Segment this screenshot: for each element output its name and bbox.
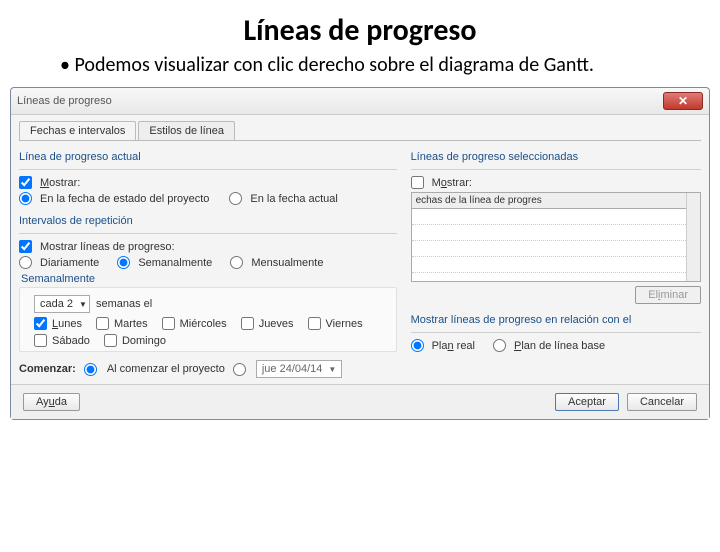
group-repeat: Intervalos de repetición	[19, 215, 397, 227]
day-fri-checkbox[interactable]	[308, 317, 321, 330]
radio-plan-base-label: Plan de línea base	[514, 340, 605, 352]
show-current-label: Mostrar:	[40, 177, 80, 189]
day-mon-label: Lunes	[52, 318, 82, 330]
show-repeat-checkbox[interactable]	[19, 240, 32, 253]
delete-button[interactable]: Eliminar	[635, 286, 701, 304]
list-header: echas de la línea de progres	[412, 193, 686, 209]
radio-plan-real-label: Plan real	[432, 340, 475, 352]
radio-daily-label: Diariamente	[40, 257, 99, 269]
close-button[interactable]: ✕	[663, 92, 703, 110]
day-thu-label: Jueves	[259, 318, 294, 330]
progress-lines-dialog: Líneas de progreso ✕ Fechas e intervalos…	[10, 87, 710, 420]
chevron-down-icon: ▼	[73, 300, 87, 309]
radio-plan-real[interactable]	[411, 339, 424, 352]
show-selected-label: Mostrar:	[432, 177, 472, 189]
day-sat-checkbox[interactable]	[34, 334, 47, 347]
ok-button[interactable]: Aceptar	[555, 393, 619, 411]
tab-line-styles[interactable]: Estilos de línea	[138, 121, 235, 140]
slide-title: Líneas de progreso	[0, 12, 720, 49]
radio-begin-date[interactable]	[233, 363, 246, 376]
radio-monthly-label: Mensualmente	[251, 257, 323, 269]
group-current-line: Línea de progreso actual	[19, 151, 397, 163]
day-mon-checkbox[interactable]	[34, 317, 47, 330]
radio-status-date-label: En la fecha de estado del proyecto	[40, 193, 209, 205]
radio-current-date[interactable]	[229, 192, 242, 205]
group-relative: Mostrar líneas de progreso en relación c…	[411, 314, 701, 326]
weeks-on-label: semanas el	[96, 298, 152, 310]
tab-strip: Fechas e intervalos Estilos de línea	[11, 115, 709, 140]
weekly-panel: cada 2▼ semanas el Lunes Martes Miércole…	[19, 287, 397, 352]
day-wed-checkbox[interactable]	[162, 317, 175, 330]
cancel-button[interactable]: Cancelar	[627, 393, 697, 411]
day-thu-checkbox[interactable]	[241, 317, 254, 330]
radio-begin-project[interactable]	[84, 363, 97, 376]
chevron-down-icon: ▼	[328, 365, 336, 374]
tab-dates-intervals[interactable]: Fechas e intervalos	[19, 121, 136, 140]
titlebar: Líneas de progreso ✕	[11, 88, 709, 115]
day-sun-checkbox[interactable]	[104, 334, 117, 347]
day-sun-label: Domingo	[122, 335, 166, 347]
list-row[interactable]	[412, 225, 686, 241]
day-tue-label: Martes	[114, 318, 148, 330]
begin-label: Comenzar:	[19, 363, 76, 375]
radio-monthly[interactable]	[230, 256, 243, 269]
day-fri-label: Viernes	[326, 318, 363, 330]
list-row[interactable]	[412, 209, 686, 225]
radio-weekly-label: Semanalmente	[138, 257, 212, 269]
day-tue-checkbox[interactable]	[96, 317, 109, 330]
radio-plan-base[interactable]	[493, 339, 506, 352]
every-n-weeks-select[interactable]: cada 2▼	[34, 295, 90, 313]
radio-weekly[interactable]	[117, 256, 130, 269]
subgroup-weekly: Semanalmente	[21, 273, 397, 285]
radio-daily[interactable]	[19, 256, 32, 269]
show-selected-checkbox[interactable]	[411, 176, 424, 189]
list-row[interactable]	[412, 241, 686, 257]
radio-current-date-label: En la fecha actual	[250, 193, 337, 205]
show-repeat-label: Mostrar líneas de progreso:	[40, 241, 175, 253]
progress-dates-listbox[interactable]: echas de la línea de progres	[411, 192, 701, 282]
radio-status-date[interactable]	[19, 192, 32, 205]
day-wed-label: Miércoles	[180, 318, 227, 330]
radio-begin-project-label: Al comenzar el proyecto	[107, 363, 225, 375]
slide-bullet: Podemos visualizar con clic derecho sobr…	[60, 53, 680, 77]
scrollbar[interactable]	[686, 193, 700, 281]
list-row[interactable]	[412, 257, 686, 273]
dialog-title: Líneas de progreso	[17, 95, 112, 107]
begin-date-field[interactable]: jue 24/04/14 ▼	[256, 360, 342, 378]
day-sat-label: Sábado	[52, 335, 90, 347]
help-button[interactable]: Ayuda	[23, 393, 80, 411]
group-selected-lines: Líneas de progreso seleccionadas	[411, 151, 701, 163]
show-current-checkbox[interactable]	[19, 176, 32, 189]
